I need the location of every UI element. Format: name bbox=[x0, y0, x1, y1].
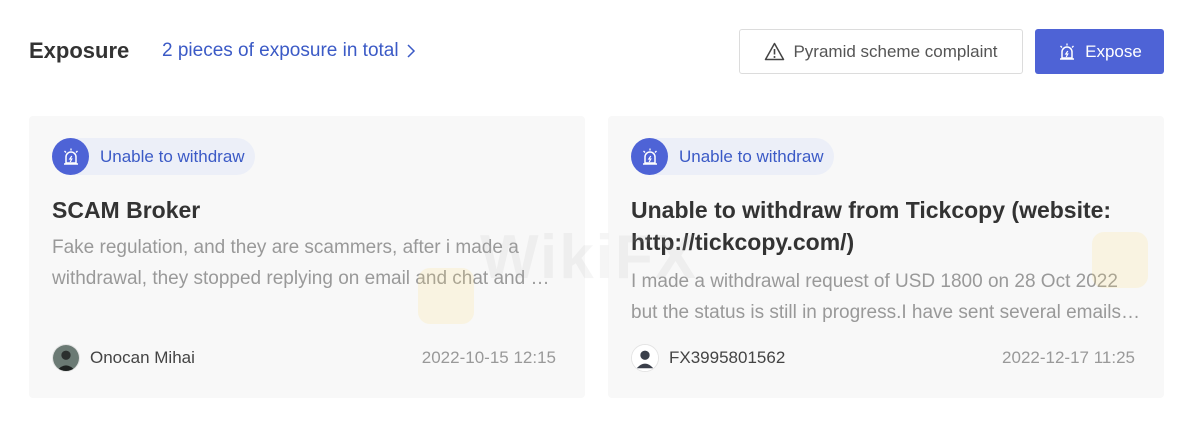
category-tag: Unable to withdraw bbox=[631, 138, 834, 175]
category-tag-label: Unable to withdraw bbox=[100, 146, 245, 166]
card-author: FX3995801562 bbox=[631, 344, 785, 372]
total-exposure-link[interactable]: 2 pieces of exposure in total bbox=[162, 40, 417, 62]
expose-label: Expose bbox=[1085, 41, 1142, 61]
card-description: Fake regulation, and they are scammers, … bbox=[52, 237, 556, 289]
author-name: FX3995801562 bbox=[669, 348, 786, 367]
card-author: Onocan Mihai bbox=[52, 344, 195, 372]
chevron-right-icon bbox=[407, 44, 415, 58]
card-date: 2022-10-15 12:15 bbox=[421, 348, 556, 367]
category-tag-label: Unable to withdraw bbox=[679, 146, 824, 166]
card-description: I made a withdrawal request of USD 1800 … bbox=[631, 271, 1122, 323]
author-name: Onocan Mihai bbox=[90, 348, 195, 367]
avatar bbox=[631, 344, 659, 372]
warning-icon bbox=[765, 42, 785, 61]
exposure-card[interactable]: Unable to withdraw Unable to withdraw fr… bbox=[608, 116, 1164, 398]
total-exposure-label: 2 pieces of exposure in total bbox=[162, 40, 399, 61]
pyramid-complaint-label: Pyramid scheme complaint bbox=[793, 41, 998, 61]
alarm-icon bbox=[1060, 43, 1075, 60]
exposure-card[interactable]: Unable to withdraw SCAM Broker Fake regu… bbox=[29, 116, 585, 398]
expose-button[interactable]: Expose bbox=[1035, 29, 1164, 74]
card-title: SCAM Broker bbox=[52, 197, 201, 223]
alarm-icon bbox=[52, 138, 89, 175]
category-tag: Unable to withdraw bbox=[52, 138, 255, 175]
pyramid-complaint-button[interactable]: Pyramid scheme complaint bbox=[739, 29, 1023, 74]
avatar bbox=[52, 344, 80, 372]
card-date: 2022-12-17 11:25 bbox=[1002, 348, 1135, 367]
card-title: Unable to withdraw from Tickcopy (websit… bbox=[631, 197, 1112, 255]
section-title: Exposure bbox=[29, 38, 130, 63]
exposure-header: Exposure 2 pieces of exposure in total P… bbox=[0, 0, 1184, 100]
alarm-icon bbox=[631, 138, 668, 175]
